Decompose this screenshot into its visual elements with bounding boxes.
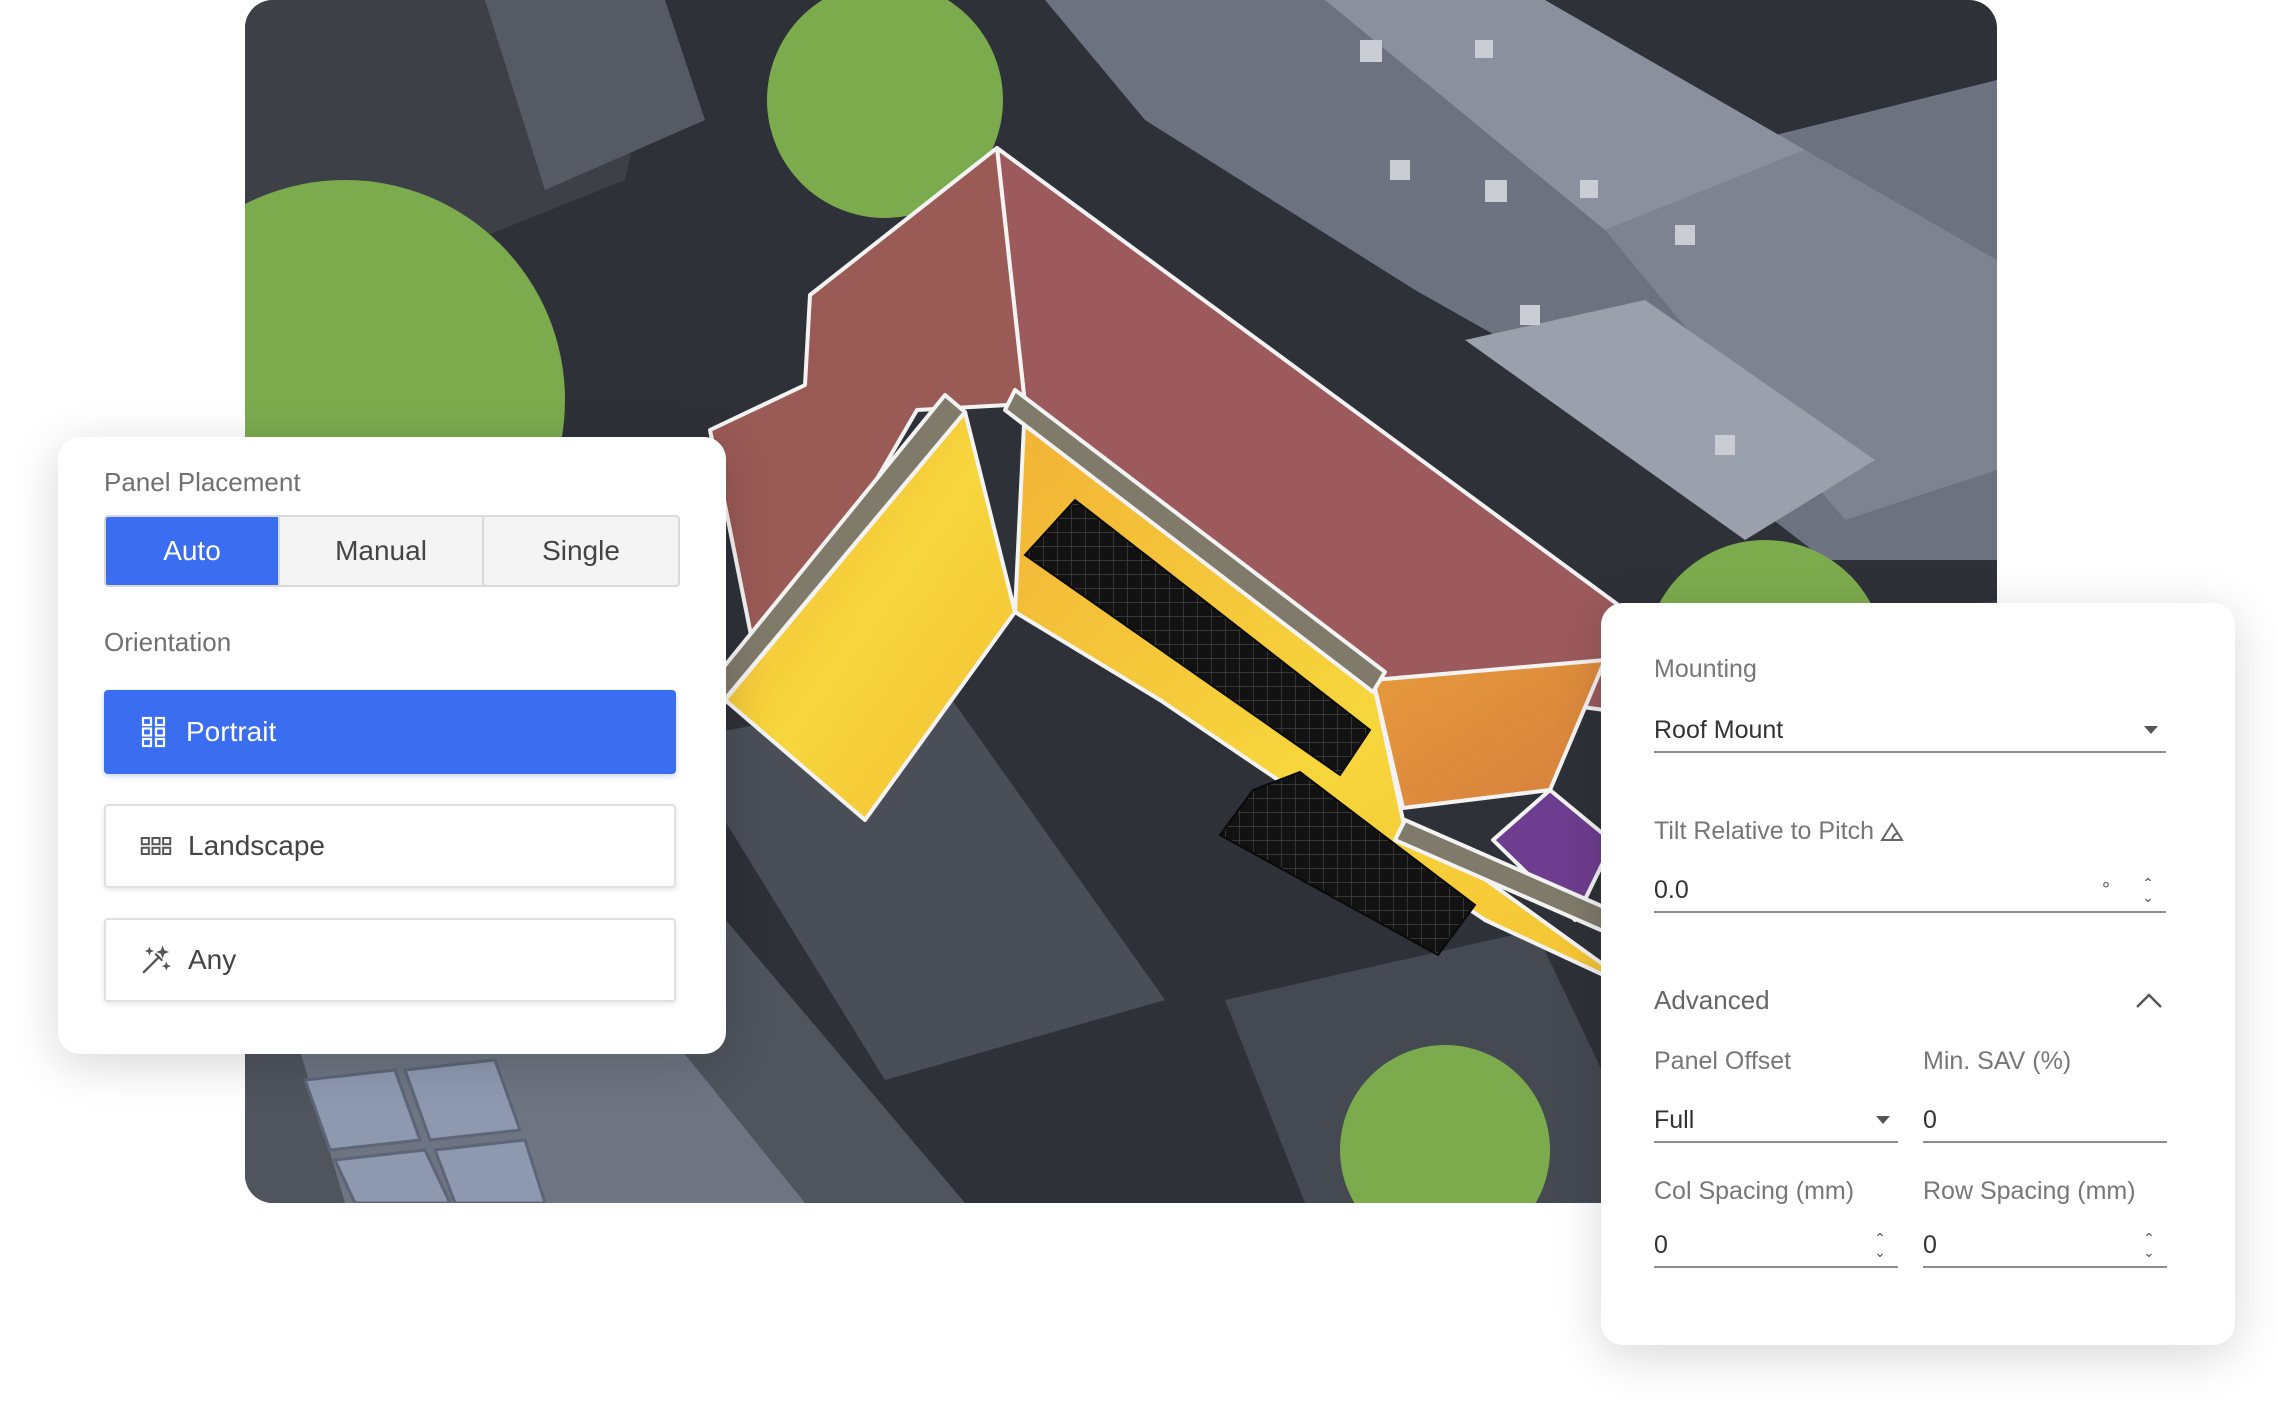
mounting-select-value: Roof Mount [1654,715,1784,744]
row-spacing-input[interactable]: 0 ⌃ ⌄ [1923,1224,2167,1268]
orientation-portrait-label: Portrait [186,716,277,747]
panel-offset-select[interactable]: Full [1654,1099,1898,1143]
chevron-up-icon[interactable]: ⌃ [2143,1231,2155,1245]
chevron-down-icon [1876,1116,1890,1124]
panel-placement-card: Panel Placement Auto Manual Single Orien… [58,437,726,1054]
placement-mode-single-button[interactable]: Single [484,517,678,585]
panel-offset-label: Panel Offset [1654,1047,1792,1075]
magic-wand-icon [140,944,172,976]
orientation-label: Orientation [104,627,232,657]
grid-landscape-icon [140,830,172,862]
advanced-section-toggle[interactable]: Advanced [1654,985,1770,1016]
col-spacing-stepper[interactable]: ⌃ ⌄ [1870,1231,1890,1259]
tilt-label-row: Tilt Relative to Pitch [1654,817,1906,846]
placement-mode-manual-button[interactable]: Manual [280,517,484,585]
mounting-select[interactable]: Roof Mount [1654,709,2166,753]
min-sav-input[interactable]: 0 [1923,1099,2167,1143]
tilt-input[interactable]: 0.0 ° ⌃ ⌄ [1654,869,2166,913]
row-spacing-label: Row Spacing (mm) [1923,1177,2136,1205]
tilt-stepper[interactable]: ⌃ ⌄ [2138,876,2158,904]
min-sav-value: 0 [1923,1105,1937,1134]
tilt-input-value: 0.0 [1654,875,1689,904]
mounting-settings-card: Mounting Roof Mount Tilt Relative to Pit… [1601,603,2235,1345]
roof-pitch-icon [1880,820,1906,844]
chevron-down-icon[interactable]: ⌄ [2143,1245,2155,1259]
chevron-down-icon[interactable]: ⌄ [2142,890,2154,904]
panel-placement-label: Panel Placement [104,467,301,497]
chevron-down-icon [2144,726,2158,734]
chevron-down-icon[interactable]: ⌄ [1874,1245,1886,1259]
orientation-any-button[interactable]: Any [104,918,676,1002]
tilt-unit: ° [2102,878,2110,901]
col-spacing-label: Col Spacing (mm) [1654,1177,1855,1205]
row-spacing-stepper[interactable]: ⌃ ⌄ [2139,1231,2159,1259]
chevron-up-icon[interactable]: ⌃ [2142,876,2154,890]
chevron-up-icon[interactable] [2135,991,2163,1014]
panel-offset-value: Full [1654,1105,1695,1134]
col-spacing-value: 0 [1654,1230,1668,1259]
orientation-landscape-label: Landscape [188,830,326,861]
tilt-label: Tilt Relative to Pitch [1654,817,1874,845]
row-spacing-value: 0 [1923,1230,1937,1259]
grid-portrait-icon [138,716,170,748]
placement-mode-selector: Auto Manual Single [104,515,680,587]
orientation-landscape-button[interactable]: Landscape [104,804,676,888]
orientation-any-label: Any [188,944,237,975]
min-sav-label: Min. SAV (%) [1923,1047,2072,1075]
col-spacing-input[interactable]: 0 ⌃ ⌄ [1654,1224,1898,1268]
chevron-up-icon[interactable]: ⌃ [1874,1231,1886,1245]
placement-mode-auto-button[interactable]: Auto [106,517,280,585]
orientation-portrait-button[interactable]: Portrait [104,690,676,774]
mounting-label: Mounting [1654,655,1757,683]
